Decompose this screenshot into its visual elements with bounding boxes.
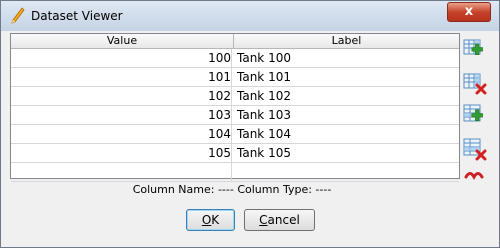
cancel-mnemonic: C <box>259 213 268 227</box>
value-cell[interactable]: 104 <box>11 125 232 143</box>
add-column-button[interactable] <box>463 37 487 61</box>
add-column-icon <box>463 39 483 55</box>
client-area: Value Label 100 Tank 100 101 Tank 101 10… <box>8 31 494 241</box>
dataset-table[interactable]: Value Label 100 Tank 100 101 Tank 101 10… <box>10 33 460 182</box>
add-row-button[interactable] <box>463 103 487 127</box>
close-icon: x <box>464 4 474 19</box>
add-row-icon <box>463 104 483 122</box>
value-cell[interactable]: 101 <box>11 68 232 86</box>
close-button[interactable]: x <box>447 2 491 22</box>
label-cell[interactable]: Tank 103 <box>237 106 457 124</box>
remove-column-icon <box>463 73 487 95</box>
cancel-label: ancel <box>267 213 300 227</box>
table-row[interactable]: 102 Tank 102 <box>11 87 459 106</box>
title-bar[interactable]: Dataset Viewer x <box>1 1 499 31</box>
ok-label: K <box>211 213 220 227</box>
label-cell[interactable]: Tank 104 <box>237 125 457 143</box>
table-row[interactable]: 103 Tank 103 <box>11 106 459 125</box>
label-cell[interactable]: Tank 105 <box>237 144 457 162</box>
column-header-label[interactable]: Label <box>234 34 459 48</box>
remove-row-icon <box>463 138 487 161</box>
table-body: 100 Tank 100 101 Tank 101 102 Tank 102 1… <box>11 49 459 182</box>
label-cell[interactable]: Tank 102 <box>237 87 457 105</box>
value-cell[interactable]: 100 <box>11 49 232 67</box>
value-cell[interactable] <box>11 163 232 181</box>
value-cell[interactable]: 103 <box>11 106 232 124</box>
label-cell[interactable]: Tank 101 <box>237 68 457 86</box>
collapse-button[interactable] <box>463 167 487 181</box>
table-row[interactable]: 105 Tank 105 <box>11 144 459 163</box>
table-row[interactable]: 104 Tank 104 <box>11 125 459 144</box>
column-header-value[interactable]: Value <box>11 34 234 48</box>
ok-button[interactable]: OK <box>186 209 235 231</box>
window-title: Dataset Viewer <box>31 9 123 23</box>
value-cell[interactable]: 105 <box>11 144 232 162</box>
table-header: Value Label <box>11 34 459 49</box>
label-cell[interactable]: Tank 100 <box>237 49 457 67</box>
dataset-viewer-window: Dataset Viewer x Value Label 100 Tank 10… <box>0 0 500 248</box>
ok-mnemonic: O <box>201 213 212 227</box>
remove-row-button[interactable] <box>463 137 487 161</box>
remove-column-button[interactable] <box>463 71 487 95</box>
column-info: Column Name: ---- Column Type: ---- <box>132 183 332 196</box>
empty-row[interactable] <box>11 163 459 182</box>
table-row[interactable]: 100 Tank 100 <box>11 49 459 68</box>
table-row[interactable]: 101 Tank 101 <box>11 68 459 87</box>
cancel-button[interactable]: Cancel <box>244 209 315 231</box>
pen-icon <box>11 7 25 24</box>
value-cell[interactable]: 102 <box>11 87 232 105</box>
collapse-icon <box>464 172 484 181</box>
